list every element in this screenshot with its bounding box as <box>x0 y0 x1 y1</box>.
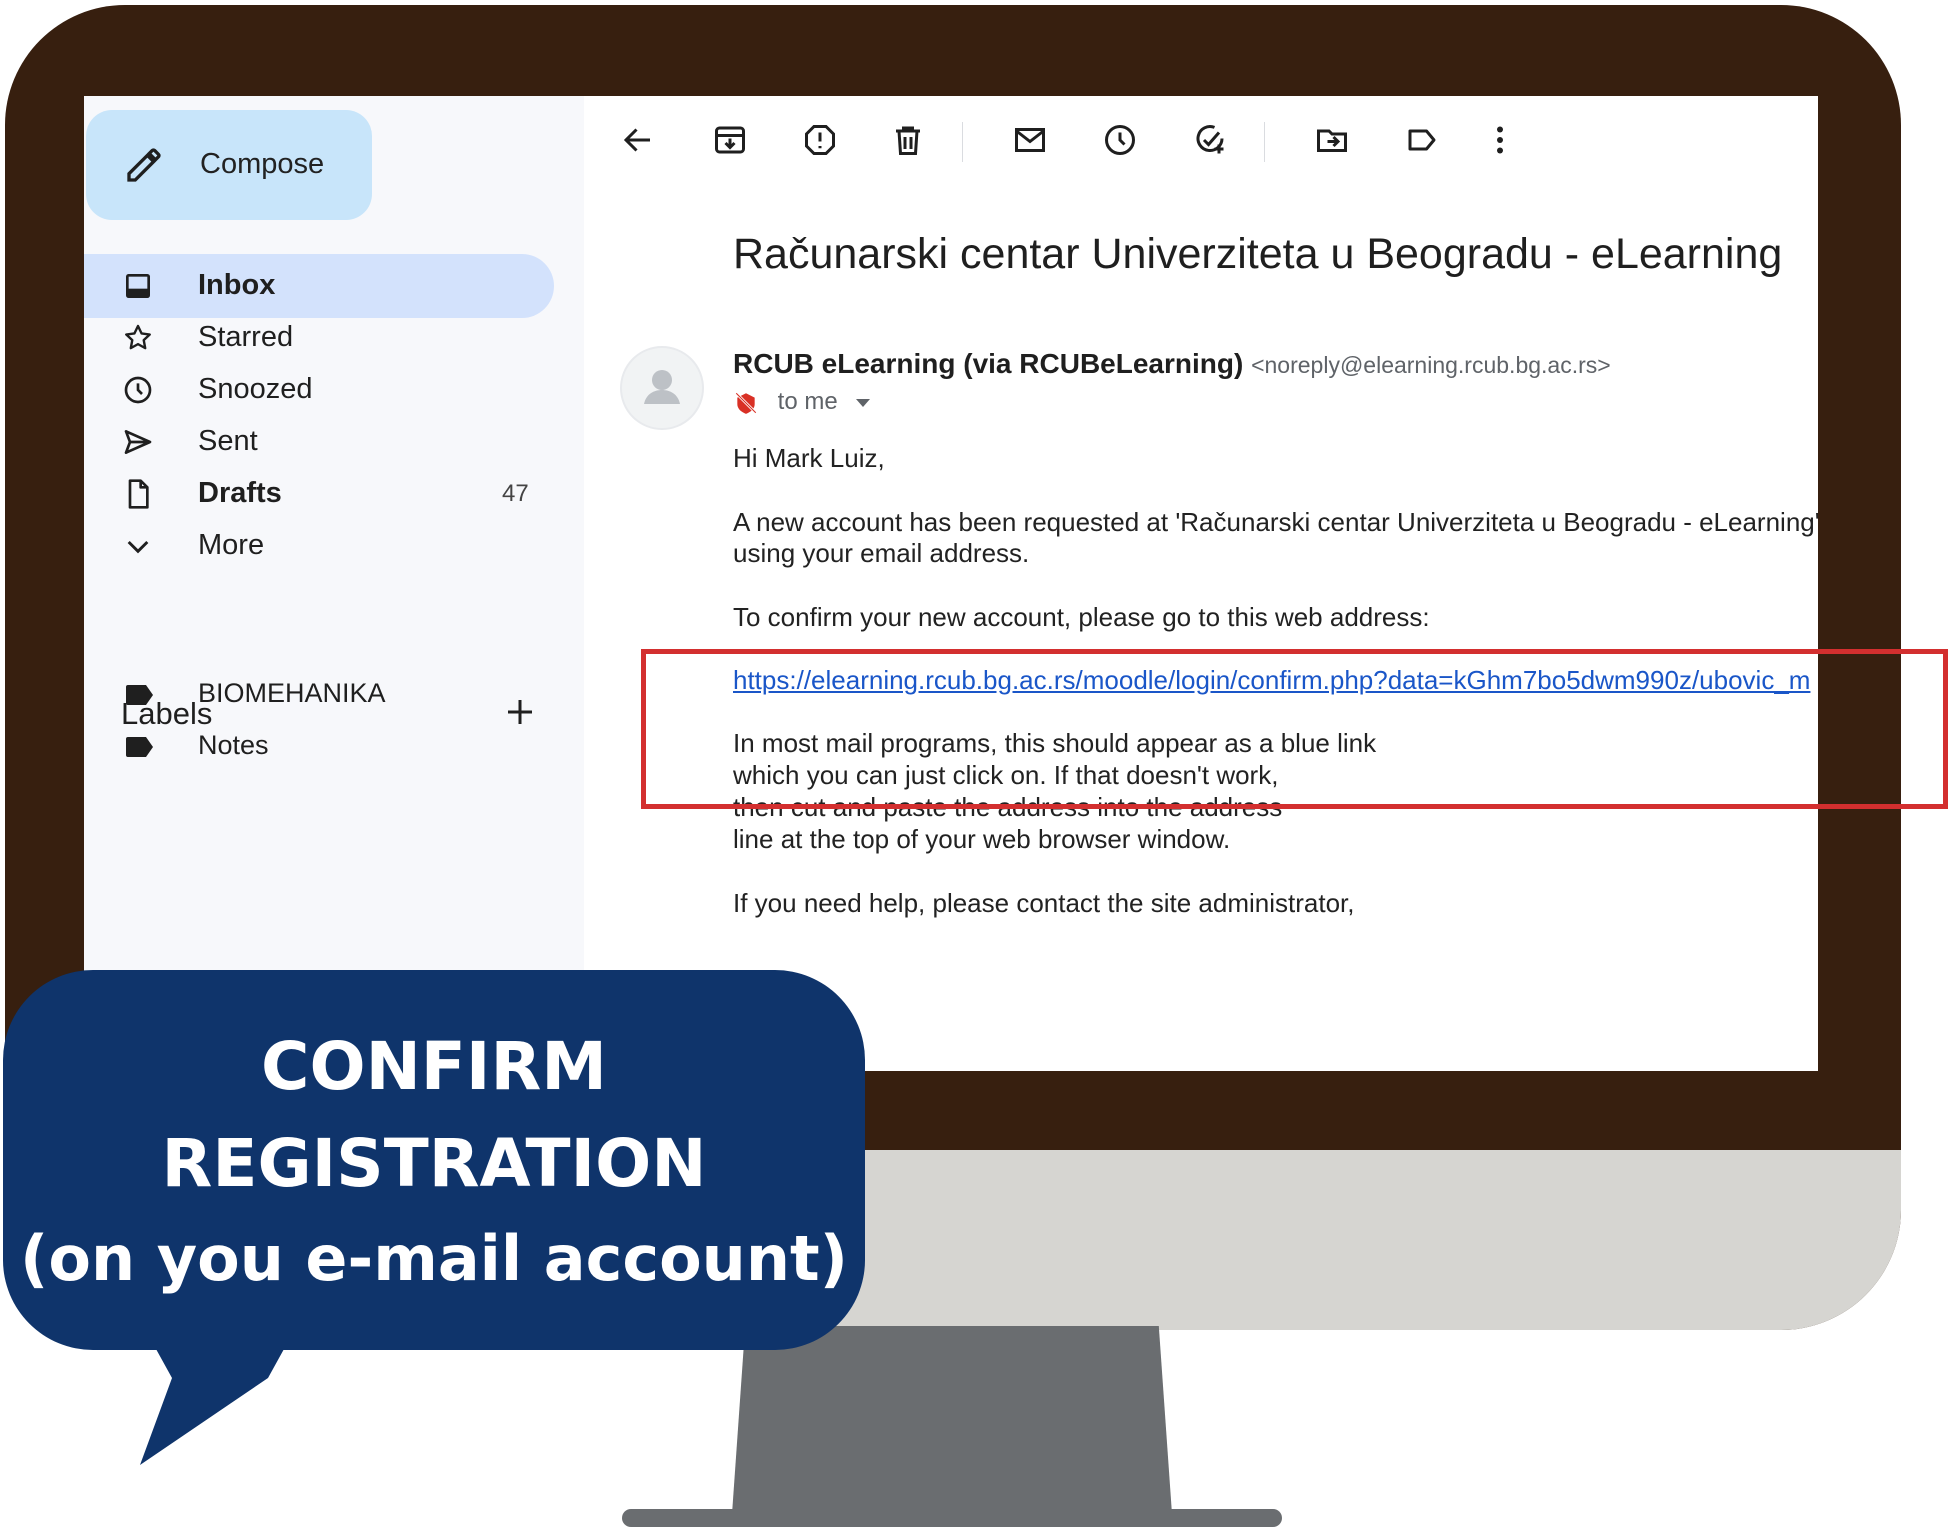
person-icon <box>644 370 680 404</box>
sidebar-item-label: More <box>198 529 265 561</box>
label-item-biomehanika[interactable]: BIOMEHANIKA <box>84 666 554 722</box>
email-body-line: A new account has been requested at 'Rač… <box>733 507 1818 537</box>
back-icon[interactable] <box>620 122 656 158</box>
sender-name: RCUB eLearning (via RCUBeLearning) <box>733 348 1244 379</box>
recipient-text: to me <box>777 388 838 415</box>
move-to-icon[interactable] <box>1314 122 1350 158</box>
link-highlight-box <box>641 649 1948 809</box>
snooze-icon[interactable] <box>1102 122 1138 158</box>
pencil-icon <box>127 148 161 182</box>
email-body-line: To confirm your new account, please go t… <box>733 602 1430 632</box>
mark-unread-icon[interactable] <box>1012 122 1048 158</box>
email-greeting: Hi Mark Luiz, <box>733 443 885 473</box>
compose-label: Compose <box>200 148 325 180</box>
toolbar-divider <box>962 122 963 162</box>
sender-line: RCUB eLearning (via RCUBeLearning) <nore… <box>733 348 1611 380</box>
callout-line: (on you e-mail account) <box>20 1222 848 1295</box>
clock-icon <box>124 376 152 404</box>
unauthenticated-warning-icon <box>735 391 757 414</box>
sidebar-item-label: Drafts <box>198 477 282 509</box>
email-subject: Računarski centar Univerziteta u Beograd… <box>733 230 1783 278</box>
drafts-count: 47 <box>502 480 529 507</box>
sidebar-item-label: Sent <box>198 425 258 457</box>
recipient-details-caret-icon[interactable] <box>856 398 871 407</box>
delete-icon[interactable] <box>890 122 926 158</box>
chevron-down-icon <box>127 540 149 554</box>
email-body-line: If you need help, please contact the sit… <box>733 888 1355 918</box>
inbox-icon <box>126 274 150 298</box>
gmail-sidebar: Compose Inbox Starred Snoozed Sent Draft… <box>84 96 584 1071</box>
draft-file-icon <box>128 479 149 509</box>
label-tag-icon <box>126 737 153 757</box>
email-body-line: line at the top of your web browser wind… <box>733 824 1231 854</box>
sidebar-item-label: Snoozed <box>198 373 313 405</box>
sidebar-item-label: Starred <box>198 321 294 353</box>
sender-avatar <box>620 346 704 430</box>
monitor-stand <box>732 1326 1172 1514</box>
callout-line: CONFIRM <box>261 1028 607 1105</box>
recipient-line[interactable]: to me <box>733 388 871 416</box>
more-vert-icon[interactable] <box>1482 122 1518 158</box>
message-toolbar <box>584 96 1818 186</box>
monitor-stand-base <box>622 1509 1282 1527</box>
sender-email: <noreply@elearning.rcub.bg.ac.rs> <box>1251 352 1611 378</box>
label-icon[interactable] <box>1404 122 1440 158</box>
callout-line: REGISTRATION <box>161 1125 707 1202</box>
gmail-screen: Compose Inbox Starred Snoozed Sent Draft… <box>84 96 1818 1071</box>
sidebar-item-more[interactable]: More <box>84 514 554 578</box>
compose-button[interactable]: Compose <box>86 110 372 220</box>
label-name: Notes <box>198 730 269 760</box>
report-spam-icon[interactable] <box>802 122 838 158</box>
label-name: BIOMEHANIKA <box>198 678 386 708</box>
sidebar-item-label: Inbox <box>198 269 276 301</box>
speech-bubble: CONFIRM REGISTRATION (on you e-mail acco… <box>3 970 865 1350</box>
send-icon <box>124 430 152 454</box>
archive-icon[interactable] <box>712 122 748 158</box>
label-item-notes[interactable]: Notes <box>84 718 554 774</box>
label-tag-icon <box>126 685 153 705</box>
star-icon <box>125 324 151 350</box>
email-body-line: using your email address. <box>733 538 1030 568</box>
toolbar-divider <box>1264 122 1265 162</box>
add-task-icon[interactable] <box>1192 122 1228 158</box>
